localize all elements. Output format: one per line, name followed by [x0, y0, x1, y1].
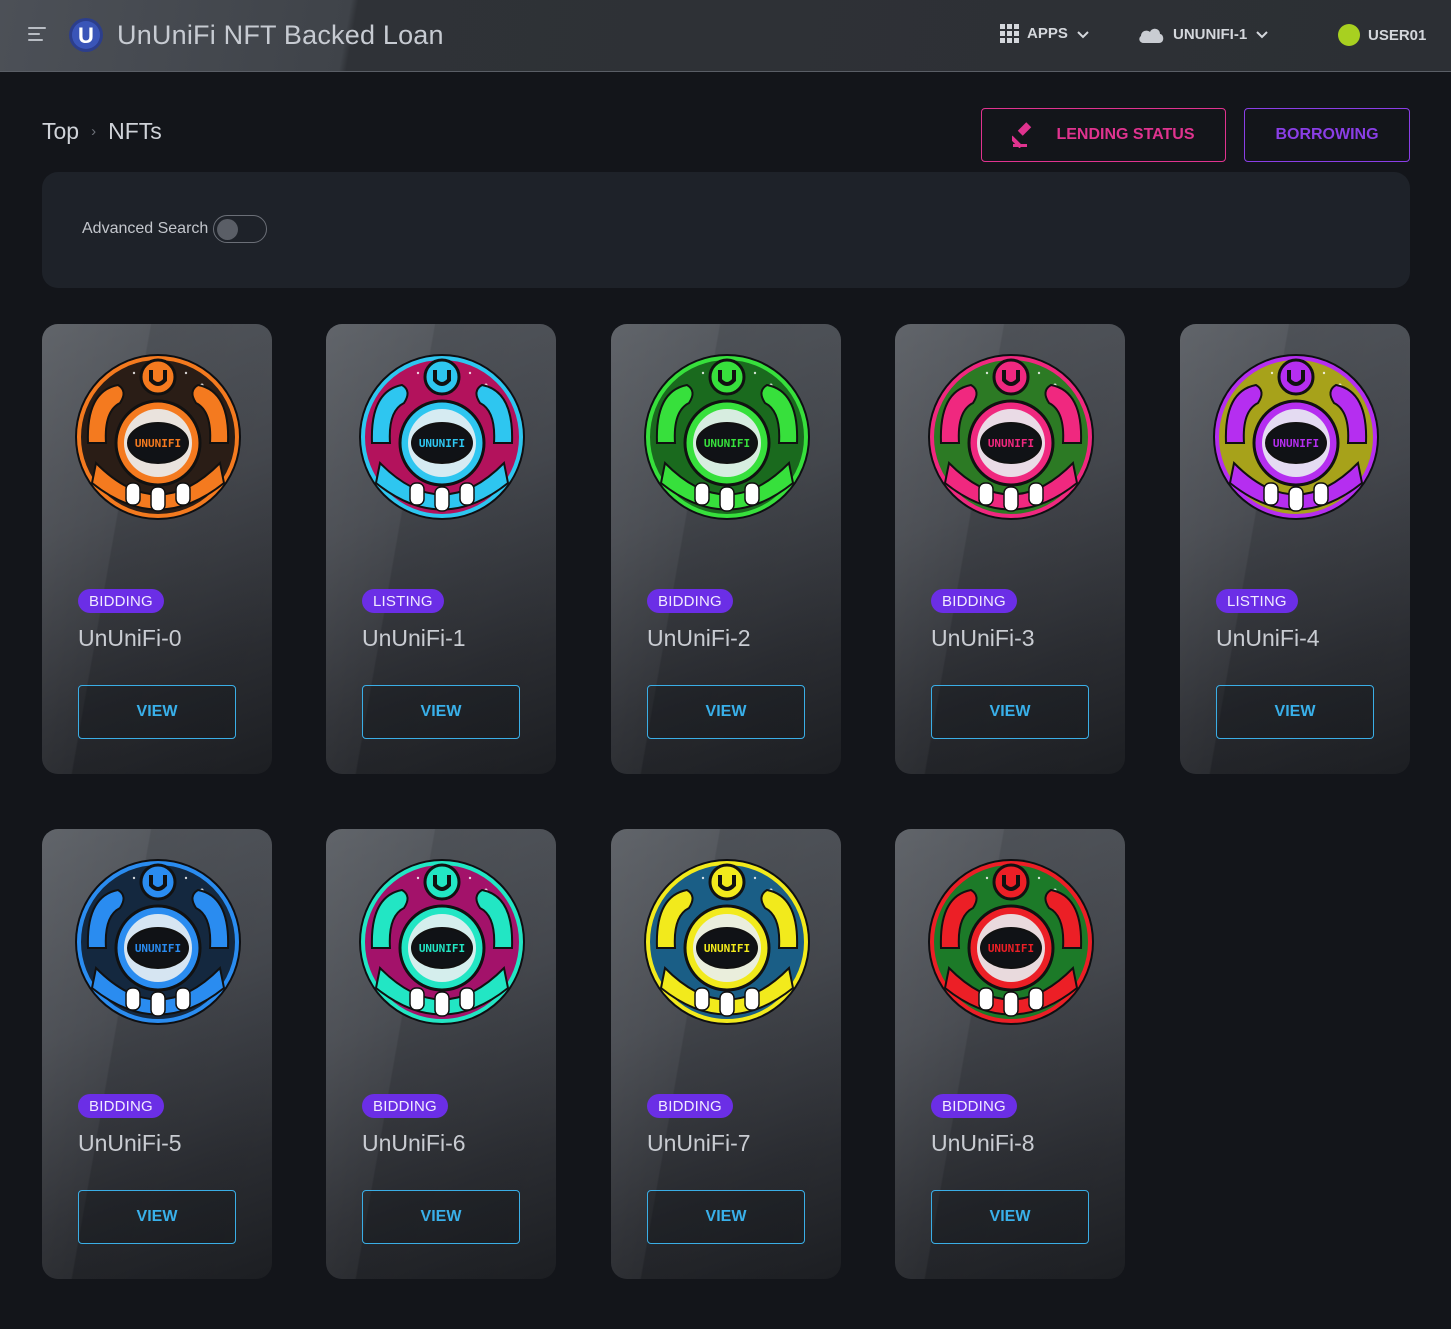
nft-astronaut-image: UNUNIFI [75, 859, 241, 1025]
nft-name: UnUniFi-7 [647, 1130, 751, 1156]
nft-status-badge: BIDDING [931, 1094, 1017, 1118]
breadcrumb-top-link[interactable]: Top [42, 118, 79, 145]
nft-name: UnUniFi-5 [78, 1130, 182, 1156]
chevron-down-icon [1256, 31, 1268, 39]
nft-card[interactable]: UNUNIFI BIDDING UnUniFi-5 VIEW [42, 829, 272, 1279]
nft-visor-text: UNUNIFI [1273, 437, 1319, 450]
nft-visor-text: UNUNIFI [988, 437, 1034, 450]
user-account-button[interactable]: USER01 [1338, 24, 1426, 46]
toggle-knob [217, 219, 238, 240]
nft-astronaut-image: UNUNIFI [928, 354, 1094, 520]
nft-astronaut-image: UNUNIFI [359, 859, 525, 1025]
breadcrumb: Top › NFTs [42, 118, 162, 145]
nft-card[interactable]: UNUNIFI BIDDING UnUniFi-0 VIEW [42, 324, 272, 774]
view-button[interactable]: VIEW [647, 1190, 805, 1244]
nft-status-badge: BIDDING [78, 589, 164, 613]
nft-card[interactable]: UNUNIFI BIDDING UnUniFi-6 VIEW [326, 829, 556, 1279]
view-button[interactable]: VIEW [362, 685, 520, 739]
nft-status-badge: BIDDING [931, 589, 1017, 613]
view-button[interactable]: VIEW [647, 685, 805, 739]
svg-text:U: U [78, 23, 94, 48]
nft-card[interactable]: UNUNIFI BIDDING UnUniFi-3 VIEW [895, 324, 1125, 774]
nft-status-badge: BIDDING [647, 1094, 733, 1118]
grid-icon [1000, 24, 1019, 43]
lending-status-label: LENDING STATUS [1056, 126, 1195, 143]
app-title: UnUniFi NFT Backed Loan [117, 20, 444, 50]
user-label: USER01 [1368, 26, 1427, 44]
nft-status-badge: BIDDING [78, 1094, 164, 1118]
nft-card[interactable]: UNUNIFI BIDDING UnUniFi-7 VIEW [611, 829, 841, 1279]
borrowing-button[interactable]: BORROWING [1244, 108, 1410, 162]
breadcrumb-separator: › [91, 123, 97, 140]
nft-astronaut-image: UNUNIFI [1213, 354, 1379, 520]
view-button[interactable]: VIEW [78, 1190, 236, 1244]
user-status-indicator [1338, 24, 1360, 46]
nft-card[interactable]: UNUNIFI BIDDING UnUniFi-2 VIEW [611, 324, 841, 774]
nft-name: UnUniFi-1 [362, 625, 466, 651]
nft-name: UnUniFi-4 [1216, 625, 1320, 651]
nft-status-badge: LISTING [1216, 589, 1298, 613]
nft-astronaut-image: UNUNIFI [359, 354, 525, 520]
cloud-icon [1139, 28, 1164, 43]
nft-name: UnUniFi-3 [931, 625, 1035, 651]
nft-visor-text: UNUNIFI [988, 942, 1034, 955]
nft-card[interactable]: UNUNIFI LISTING UnUniFi-4 VIEW [1180, 324, 1410, 774]
nft-status-badge: LISTING [362, 589, 444, 613]
gavel-icon [1012, 122, 1032, 148]
nft-visor-text: UNUNIFI [135, 942, 181, 955]
nft-name: UnUniFi-6 [362, 1130, 466, 1156]
chevron-down-icon [1077, 30, 1089, 38]
search-panel: Advanced Search [42, 172, 1410, 288]
breadcrumb-current: NFTs [108, 118, 162, 144]
nft-card[interactable]: UNUNIFI LISTING UnUniFi-1 VIEW [326, 324, 556, 774]
nft-astronaut-image: UNUNIFI [644, 354, 810, 520]
network-menu-button[interactable]: UNUNIFI-1 [1137, 24, 1269, 44]
nft-name: UnUniFi-8 [931, 1130, 1035, 1156]
ununifi-logo[interactable]: U [68, 17, 104, 53]
nft-visor-text: UNUNIFI [135, 437, 181, 450]
nft-visor-text: UNUNIFI [704, 437, 750, 450]
view-button[interactable]: VIEW [78, 685, 236, 739]
apps-label: APPS [1027, 25, 1068, 42]
advanced-search-label: Advanced Search [82, 220, 209, 237]
nft-astronaut-image: UNUNIFI [75, 354, 241, 520]
apps-menu-button[interactable]: APPS [1000, 24, 1090, 43]
nft-visor-text: UNUNIFI [419, 437, 465, 450]
view-button[interactable]: VIEW [362, 1190, 520, 1244]
nft-astronaut-image: UNUNIFI [928, 859, 1094, 1025]
nft-visor-text: UNUNIFI [704, 942, 750, 955]
nft-name: UnUniFi-0 [78, 625, 182, 651]
menu-icon[interactable] [28, 27, 46, 43]
nft-visor-text: UNUNIFI [419, 942, 465, 955]
lending-status-button[interactable]: LENDING STATUS [981, 108, 1226, 162]
nft-astronaut-image: UNUNIFI [644, 859, 810, 1025]
nft-status-badge: BIDDING [362, 1094, 448, 1118]
network-label: UNUNIFI-1 [1173, 25, 1248, 43]
advanced-search-toggle[interactable] [213, 215, 267, 243]
borrowing-label: BORROWING [1275, 126, 1379, 143]
nft-status-badge: BIDDING [647, 589, 733, 613]
nft-card[interactable]: UNUNIFI BIDDING UnUniFi-8 VIEW [895, 829, 1125, 1279]
view-button[interactable]: VIEW [931, 685, 1089, 739]
view-button[interactable]: VIEW [1216, 685, 1374, 739]
view-button[interactable]: VIEW [931, 1190, 1089, 1244]
nft-name: UnUniFi-2 [647, 625, 751, 651]
top-app-bar: U UnUniFi NFT Backed Loan APPS UNUNIFI-1… [0, 0, 1451, 72]
